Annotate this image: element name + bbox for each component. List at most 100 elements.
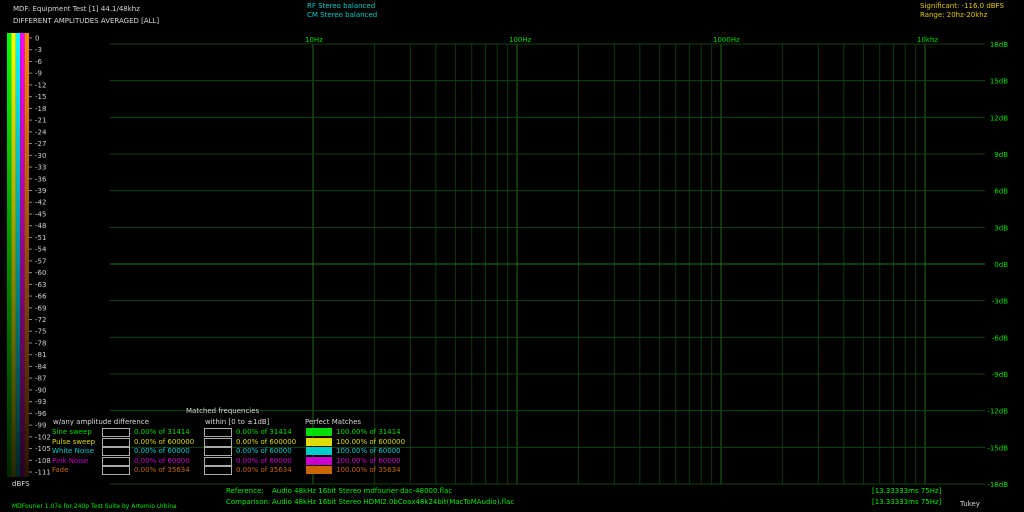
y-tick-label: -6dB (992, 334, 1008, 342)
legend-any-box (102, 456, 130, 466)
colorbar-tick-label: -99 (35, 422, 46, 430)
window-label: Tukey (960, 500, 980, 508)
y-tick-label: 12dB (990, 114, 1008, 122)
legend-any-box-cell (100, 428, 132, 438)
legend-col2-header-top: Matched frequencies (186, 407, 260, 415)
colorbar-tick-label: -12 (35, 81, 46, 89)
colorbar-tick-label: -30 (35, 152, 46, 160)
legend-any-value: 0.00% of 31414 (134, 428, 190, 437)
y-tick-label: 6dB (994, 188, 1008, 196)
legend-row: Sine sweep 0.00% of 31414 0.00% of 31414 10… (50, 428, 407, 438)
chart-subtitle: DIFFERENT AMPLITUDES AVERAGED [ALL] (13, 17, 160, 25)
legend-col3-header: Perfect Matches (305, 418, 362, 426)
colorbar-tick-label: -90 (35, 386, 46, 394)
colorbar-tick-label: -45 (35, 210, 46, 218)
legend-perfect-swatch (306, 466, 332, 475)
legend-perfect-value: 100.00% of 60000 (336, 456, 401, 465)
colorbar-tick-labels: 0 -3 -6 -9 -12 -15 -18 -21 -24 -27 -30 -33 -36 -39 -42… (29, 35, 51, 477)
colorbar-tick-label: -96 (35, 410, 47, 418)
y-tick-label: -18dB (987, 481, 1008, 489)
colorbar-tick-label: -18 (35, 105, 46, 113)
colorbar-tick-label: -87 (35, 375, 46, 383)
legend-signal-name: Pink Noise (50, 457, 100, 467)
colorbar-tick-label: -57 (35, 257, 46, 265)
legend-any-box-cell (100, 466, 132, 476)
legend-perfect-swatch (306, 456, 332, 465)
colorbar-tick-label: -33 (35, 164, 46, 172)
colorbar-stripe (24, 33, 29, 477)
colorbar-tick-label: 0 (35, 35, 39, 43)
legend-perfect-value: 100.00% of 60000 (336, 447, 401, 456)
legend-row: Pulse sweep 0.00% of 600000 0.00% of 60000… (50, 437, 407, 448)
legend-within-value: 0.00% of 600000 (236, 437, 297, 446)
reference-label: Reference: (226, 487, 264, 495)
legend-col1-header: w/any amplitude difference (53, 418, 149, 426)
legend-within-box-cell (202, 456, 234, 467)
colorbar-tick-label: -21 (35, 117, 46, 125)
y-tick-label: -3dB (992, 298, 1008, 306)
colorbar-tick-label: -108 (35, 457, 51, 465)
colorbar (7, 33, 29, 477)
legend-perfect-swatch-cell (304, 466, 334, 476)
legend-signal-label: Pink Noise (52, 456, 89, 465)
legend-signal-name: White Noise (50, 447, 100, 457)
colorbar-tick-label: -75 (35, 328, 46, 336)
legend-signal-name: Sine sweep (50, 428, 100, 438)
colorbar-tick-label: -9 (35, 70, 42, 78)
colorbar-stripe (11, 33, 16, 477)
colorbar-tick-label: -81 (35, 351, 46, 359)
legend-row: Fade 0.00% of 35634 0.00% of 35634 100.00% … (50, 466, 407, 476)
colorbar-tick-label: -93 (35, 398, 46, 406)
legend-any-value: 0.00% of 35634 (134, 466, 190, 475)
x-tick-label: 100Hz (509, 36, 532, 44)
colorbar-tick-label: -36 (35, 175, 47, 183)
colorbar-tick-label: -24 (35, 128, 47, 136)
colorbar-tick-label: -63 (35, 281, 46, 289)
colorbar-tick-label: -78 (35, 339, 46, 347)
legend-perfect-swatch-cell (304, 456, 334, 467)
legend-within-box (204, 447, 232, 456)
timing-reference: [13.33333ms 75Hz] (872, 487, 942, 495)
legend-signal-name: Fade (50, 466, 100, 476)
legend-any-value: 0.00% of 60000 (134, 447, 190, 456)
y-tick-label: 9dB (994, 151, 1008, 159)
legend-within-box (204, 437, 232, 447)
legend-within-value: 0.00% of 31414 (236, 428, 292, 437)
legend-any-box (102, 437, 130, 447)
legend-row: Pink Noise 0.00% of 60000 0.00% of 60000 10… (50, 456, 407, 467)
colorbar-tick-label: -15 (35, 93, 46, 101)
range-label: Range: 20hz-20khz (920, 11, 988, 19)
legend-any-box (102, 447, 130, 456)
channel-cm-label: CM Stereo balanced (307, 11, 378, 19)
legend-col2-header: within [0 to ±1dB] (205, 418, 270, 426)
colorbar-tick-label: -60 (35, 269, 46, 277)
timing-comparison: [13.33333ms 75Hz] (872, 498, 942, 506)
legend-any-box-cell (100, 456, 132, 467)
colorbar-tick-label: -54 (35, 246, 47, 254)
colorbar-tick-label: -69 (35, 304, 46, 312)
y-tick-label: 15dB (990, 78, 1008, 86)
y-tick-label: -15dB (987, 444, 1008, 452)
legend-within-box-cell (202, 437, 234, 448)
colorbar-tick-label: -111 (35, 469, 51, 477)
legend-within-box-cell (202, 428, 234, 438)
legend-within-value: 0.00% of 35634 (236, 466, 292, 475)
legend-signal-label: Sine sweep (52, 428, 92, 437)
colorbar-tick-label: -3 (35, 46, 42, 54)
channel-rf-label: RF Stereo balanced (307, 2, 376, 10)
colorbar-tick-label: -42 (35, 199, 46, 207)
colorbar-tick-label: -84 (35, 363, 47, 371)
legend-table: Sine sweep 0.00% of 31414 0.00% of 31414 10… (50, 428, 407, 476)
colorbar-unit: dBFS (12, 480, 30, 488)
legend-within-value: 0.00% of 60000 (236, 456, 292, 465)
legend-within-box (204, 428, 232, 437)
legend-any-box-cell (100, 437, 132, 448)
colorbar-tick-label: -39 (35, 187, 46, 195)
legend-perfect-value: 100.00% of 31414 (336, 428, 401, 437)
x-tick-label: 10khz (917, 36, 938, 44)
legend-any-box (102, 428, 130, 437)
y-tick-label: -12dB (987, 408, 1008, 416)
reference-value: Audio 48kHz 16bit Stereo mdfourier-dac-4… (272, 487, 453, 495)
legend-perfect-value: 100.00% of 600000 (336, 437, 406, 446)
legend-perfect-swatch-cell (304, 428, 334, 438)
